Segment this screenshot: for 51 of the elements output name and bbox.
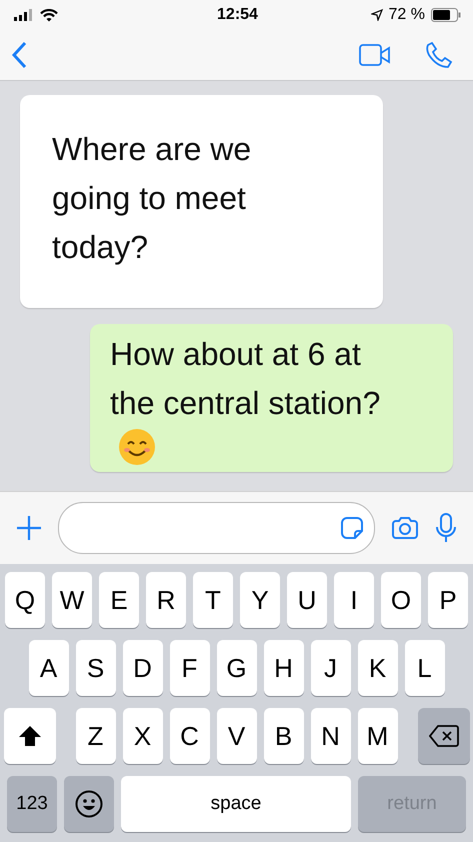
keyboard-key[interactable]: M xyxy=(358,708,398,764)
keyboard-key[interactable]: K xyxy=(358,640,398,696)
keyboard-key[interactable]: B xyxy=(264,708,304,764)
plus-icon[interactable] xyxy=(16,515,42,541)
message-text: How about at 6 at the central station? xyxy=(110,336,380,421)
keyboard-key[interactable]: J xyxy=(310,640,350,696)
shift-arrow-icon xyxy=(18,725,42,747)
keyboard-key[interactable]: H xyxy=(264,640,304,696)
keyboard-key[interactable]: Q xyxy=(5,572,45,628)
phone-icon[interactable] xyxy=(425,41,453,69)
keyboard-key[interactable]: Y xyxy=(240,572,280,628)
keyboard-key[interactable]: L xyxy=(404,640,444,696)
keyboard-key[interactable]: S xyxy=(76,640,116,696)
keyboard-key[interactable]: C xyxy=(170,708,210,764)
keyboard-key[interactable]: A xyxy=(28,640,68,696)
battery-icon xyxy=(430,8,461,22)
keyboard-key[interactable]: G xyxy=(216,640,256,696)
signal-icon xyxy=(14,9,34,21)
keyboard-key[interactable]: V xyxy=(216,708,256,764)
keyboard-key[interactable]: Z xyxy=(76,708,116,764)
keyboard-key[interactable]: R xyxy=(146,572,186,628)
keyboard-key[interactable]: X xyxy=(122,708,162,764)
keyboard-key[interactable]: U xyxy=(287,572,327,628)
microphone-icon[interactable] xyxy=(435,513,457,543)
wifi-icon xyxy=(40,8,58,22)
message-input-field[interactable] xyxy=(58,502,375,554)
shift-key[interactable] xyxy=(4,708,56,764)
keyboard-key[interactable]: N xyxy=(310,708,350,764)
keyboard-key[interactable]: P xyxy=(428,572,468,628)
smiling-face-icon xyxy=(118,428,156,466)
keyboard-key[interactable]: D xyxy=(122,640,162,696)
keyboard-key[interactable]: W xyxy=(52,572,92,628)
clock-time: 12:54 xyxy=(217,6,258,24)
backspace-icon xyxy=(428,725,458,747)
numbers-key[interactable]: 123 xyxy=(7,776,57,832)
video-call-icon[interactable] xyxy=(359,44,391,66)
battery-percentage: 72 % xyxy=(388,6,425,24)
keyboard-key[interactable]: I xyxy=(334,572,374,628)
keyboard-key[interactable]: E xyxy=(99,572,139,628)
location-arrow-icon xyxy=(370,9,383,21)
smiley-icon xyxy=(75,790,103,818)
space-key[interactable]: space xyxy=(121,776,351,832)
camera-icon[interactable] xyxy=(391,516,419,540)
keyboard-key[interactable]: F xyxy=(170,640,210,696)
back-icon[interactable] xyxy=(10,41,28,69)
backspace-key[interactable] xyxy=(418,708,470,764)
keyboard-key[interactable]: O xyxy=(381,572,421,628)
emoji-key[interactable] xyxy=(64,776,114,832)
keyboard-key[interactable]: T xyxy=(193,572,233,628)
sticker-icon[interactable] xyxy=(340,516,364,540)
message-text: Where are we going to meet today? xyxy=(52,131,252,265)
